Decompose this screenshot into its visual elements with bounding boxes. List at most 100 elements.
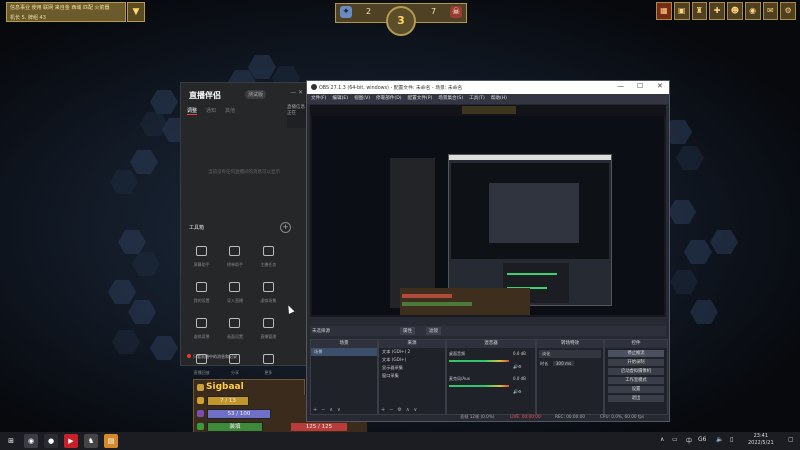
settings-gear-icon[interactable]: ⚙ — [780, 2, 796, 20]
footer-note[interactable]: 只看直播中的消息和记录 — [187, 354, 237, 360]
menu-edit[interactable]: 编辑(E) — [332, 94, 348, 104]
start-recording-button[interactable]: 开始录制 — [608, 359, 664, 366]
mixer-dock: 混音器 桌面音频 0.0 dB 🔊⚙ 麦克风/Aux 0.0 dB 🔊⚙ — [446, 339, 536, 415]
obs-preview[interactable] — [310, 105, 666, 317]
scene-item[interactable]: 场景 — [311, 348, 377, 356]
stop-stream-button[interactable]: 停止推流 — [608, 350, 664, 357]
transitions-dock: 转场特效 淡化 时长 300 ms — [536, 339, 604, 415]
no-source-label: 未选择源 — [312, 329, 330, 334]
mixer-channel-db: 0.0 dB — [513, 376, 526, 381]
app-taskbar-icon[interactable]: ● — [44, 434, 58, 448]
folder-taskbar-icon[interactable]: ▤ — [104, 434, 118, 448]
dropped-frames: 丢帧 12帧 (0.0%) — [460, 414, 495, 419]
character-portrait-icon — [197, 384, 204, 391]
tab-other[interactable]: 其他 — [225, 107, 235, 115]
armor-icon — [197, 410, 204, 417]
menu-scene-collection[interactable]: 场景集合(S) — [438, 94, 463, 104]
source-item[interactable]: 文本 (GDI+) — [379, 356, 445, 364]
chat-icon[interactable]: ✉ — [762, 2, 779, 20]
inventory-icon[interactable]: ▣ — [673, 2, 690, 20]
journal-icon[interactable]: ◉ — [744, 2, 761, 20]
nested-preview — [451, 163, 609, 259]
mixer-channel-name: 麦克风/Aux — [449, 376, 470, 381]
menu-docks[interactable]: 停靠部件(D) — [376, 94, 402, 104]
score-right: 7 — [431, 7, 437, 16]
message-tabs: 调整 通知 其他 — [187, 107, 235, 115]
tray-battery-icon[interactable]: ▯ — [730, 436, 733, 443]
tray-volume-icon[interactable]: 🔈 — [716, 436, 723, 443]
tray-lang[interactable]: 中 — [686, 436, 692, 445]
obs-taskbar-icon[interactable]: ◉ — [24, 434, 38, 448]
character-icon[interactable]: ♜ — [691, 2, 708, 20]
clock-time: 23:41 — [753, 433, 769, 439]
tray-network-icon[interactable]: ▭ — [672, 436, 678, 443]
nested-titlebar — [449, 155, 611, 160]
background-icon — [196, 318, 208, 328]
windows-start-icon[interactable]: ⊞ — [4, 434, 18, 448]
notification-icon[interactable]: ▢ — [788, 436, 794, 443]
menu-file[interactable]: 文件(F) — [311, 94, 326, 104]
tab-adjust[interactable]: 调整 — [187, 107, 198, 115]
scenes-dock: 场景 场景 +−∧∨ — [310, 339, 378, 415]
clock-date: 2022/5/21 — [748, 440, 774, 446]
tray-ime[interactable]: G6 — [698, 436, 706, 443]
maximize-icon[interactable]: ☐ — [637, 82, 643, 90]
tray-chevron-icon[interactable]: ∧ — [660, 436, 664, 443]
version-badge: 测试版 — [245, 90, 267, 99]
game-menu-button[interactable]: ▼ — [127, 2, 145, 22]
mixer-controls[interactable]: 🔊⚙ — [513, 364, 522, 369]
exit-button[interactable]: 退出 — [608, 395, 664, 402]
game-info-line-1: 信息事业 使用 联网 来自金 西域 匹配 火箭器 — [10, 5, 110, 11]
tool-item[interactable]: 直播管理 — [252, 313, 285, 340]
source-item[interactable]: 窗口采集 — [379, 372, 445, 380]
quest-icon[interactable]: ☻ — [727, 2, 743, 20]
tool-item[interactable]: 虚拟场景 — [252, 277, 285, 304]
image-icon — [229, 318, 241, 328]
team-left-icon: ✦ — [340, 6, 352, 18]
tool-item[interactable]: 主播任务 — [252, 241, 285, 268]
tool-item[interactable]: 虚拟背景 — [185, 313, 218, 340]
controls-dock: 控件 停止推流 开始录制 启动虚拟摄像机 工作室模式 设置 退出 — [604, 339, 668, 415]
map-icon[interactable]: ▦ — [656, 2, 672, 20]
source-item[interactable]: 显示器采集 — [379, 364, 445, 372]
live-time: LIVE: 00:00:00 — [510, 414, 541, 419]
obs-menubar: 文件(F) 编辑(E) 视图(V) 停靠部件(D) 配置文件(P) 场景集合(S… — [307, 94, 669, 104]
minimize-icon[interactable]: — — [617, 82, 624, 90]
studio-mode-button[interactable]: 工作室模式 — [608, 377, 664, 384]
filters-button[interactable]: 滤镜 — [426, 327, 441, 335]
menu-view[interactable]: 视图(V) — [354, 94, 370, 104]
menu-help[interactable]: 帮助(H) — [491, 94, 507, 104]
tool-item[interactable]: 导入直播 — [218, 277, 251, 304]
settings-button[interactable]: 设置 — [608, 386, 664, 393]
record-dot-icon — [187, 354, 191, 358]
taskbar-clock[interactable]: 23:41 2022/5/21 — [748, 433, 774, 447]
tool-item[interactable]: 更多 — [252, 349, 285, 376]
manage-icon — [262, 318, 274, 328]
tool-item[interactable]: 我的设置 — [185, 277, 218, 304]
duration-input[interactable]: 300 ms — [552, 361, 575, 366]
menu-profile[interactable]: 配置文件(P) — [408, 94, 433, 104]
nested-bar — [402, 294, 452, 298]
skills-icon[interactable]: ✚ — [709, 2, 725, 20]
tab-notify[interactable]: 通知 — [206, 107, 216, 115]
armor-bar: 53 / 100 — [207, 409, 271, 419]
transition-select[interactable]: 淡化 — [539, 350, 601, 358]
mixer-controls[interactable]: 🔊⚙ — [513, 389, 522, 394]
source-item[interactable]: 文本 (GDI+) 2 — [379, 348, 445, 356]
more-icon — [262, 354, 274, 364]
properties-button[interactable]: 属性 — [400, 327, 415, 335]
round-counter: 3 — [386, 6, 416, 36]
virtual-camera-button[interactable]: 启动虚拟摄像机 — [608, 368, 664, 375]
tool-item[interactable]: 屏幕助手 — [185, 241, 218, 268]
add-tool-icon[interactable]: + — [280, 222, 291, 233]
game-taskbar-icon[interactable]: ♞ — [84, 434, 98, 448]
tool-item[interactable]: 画面设置 — [218, 313, 251, 340]
obs-titlebar[interactable]: OBS 27.1.3 (64-bit, windows) - 配置文件: 未命名… — [307, 81, 669, 94]
transitions-title: 转场特效 — [537, 340, 603, 348]
preview-score — [462, 106, 516, 114]
menu-tools[interactable]: 工具(T) — [469, 94, 485, 104]
window-controls[interactable]: — ✕ — [290, 89, 303, 96]
close-icon[interactable]: ✕ — [657, 82, 663, 90]
live-taskbar-icon[interactable]: ▶ — [64, 434, 78, 448]
tool-item[interactable]: 榜单助手 — [218, 241, 251, 268]
